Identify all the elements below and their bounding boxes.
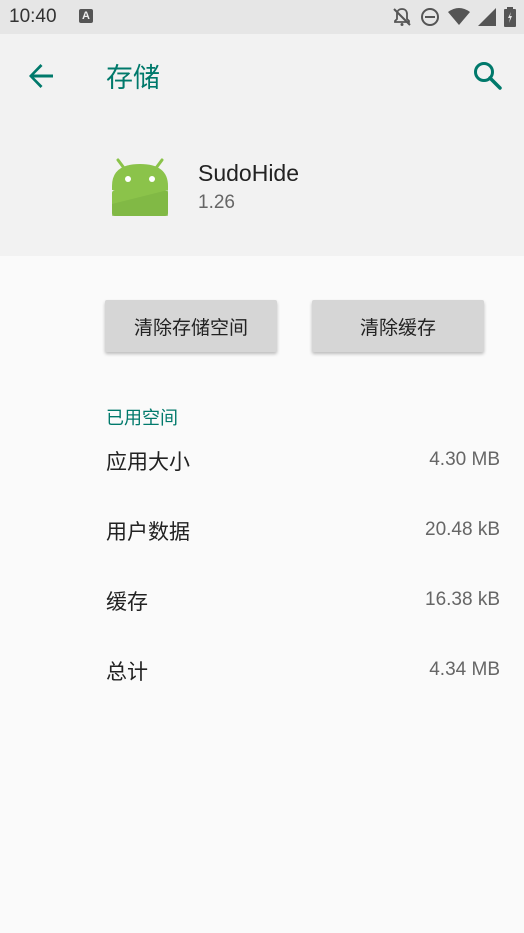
- space-used-title: 已用空间: [106, 408, 178, 429]
- android-icon: [112, 158, 168, 216]
- status-time: 10:40: [9, 6, 57, 27]
- app-header: SudoHide 1.26: [0, 118, 524, 256]
- row-value: 16.38 kB: [425, 589, 500, 610]
- do-not-disturb-icon: [421, 8, 439, 26]
- battery-icon: [504, 7, 516, 27]
- row-value: 4.30 MB: [429, 449, 500, 470]
- list-item: 总计 4.34 MB: [0, 656, 524, 706]
- list-item: 应用大小 4.30 MB: [0, 446, 524, 496]
- clear-cache-button[interactable]: 清除缓存: [312, 300, 484, 352]
- search-icon: [474, 62, 502, 90]
- row-label: 缓存: [106, 590, 148, 614]
- arrow-back-icon: [29, 64, 53, 88]
- row-label: 总计: [106, 660, 148, 684]
- signal-icon: [478, 8, 496, 26]
- app-version: 1.26: [198, 192, 235, 213]
- list-item: 用户数据 20.48 kB: [0, 516, 524, 566]
- row-value: 4.34 MB: [429, 659, 500, 680]
- status-bar: 10:40 A: [0, 0, 524, 34]
- notifications-off-icon: [393, 8, 411, 26]
- app-name: SudoHide: [198, 160, 300, 186]
- page-title: 存储: [106, 63, 160, 94]
- back-button[interactable]: [23, 58, 59, 94]
- row-value: 20.48 kB: [425, 519, 500, 540]
- wifi-icon: [448, 8, 470, 25]
- clear-storage-button[interactable]: 清除存储空间: [105, 300, 277, 352]
- notification-badge-icon: A: [79, 9, 93, 23]
- search-button[interactable]: [470, 58, 506, 94]
- status-icons: [392, 7, 516, 27]
- row-label: 用户数据: [106, 520, 190, 544]
- list-item: 缓存 16.38 kB: [0, 586, 524, 636]
- row-label: 应用大小: [106, 450, 190, 474]
- app-bar: 存储: [0, 34, 524, 118]
